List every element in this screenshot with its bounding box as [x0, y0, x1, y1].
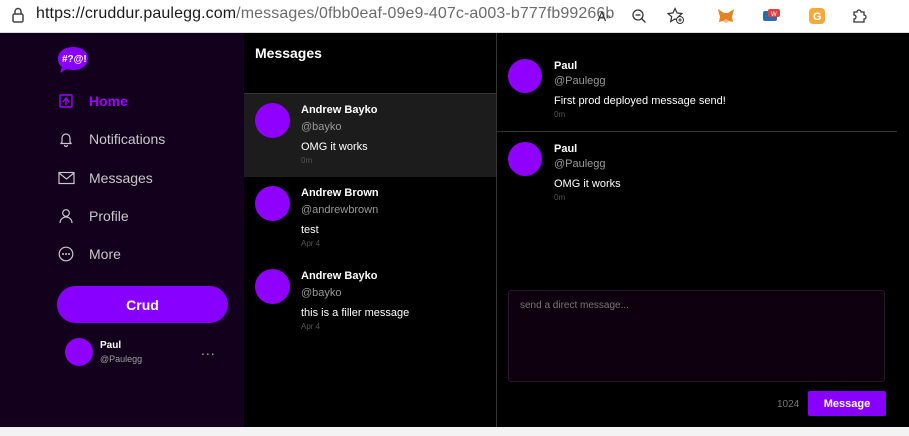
conversation-time: Apr 4: [301, 322, 321, 331]
message-time: 0m: [554, 193, 566, 202]
url-path: /messages/0fbb0eaf-09e9-407c-a003-b777fb…: [236, 5, 615, 22]
conversation-handle: @andrewbrown: [301, 204, 379, 216]
nav-home[interactable]: Home: [57, 89, 128, 113]
nav-notifications-label: Notifications: [89, 131, 166, 147]
home-icon: [57, 92, 75, 110]
conversation-preview: OMG it works: [301, 141, 368, 153]
profile-card[interactable]: Paul @Paulegg ...: [65, 338, 225, 368]
conversation-item[interactable]: Andrew Brown @andrewbrown test Apr 4: [244, 177, 496, 260]
avatar: [508, 59, 542, 93]
conversation-item[interactable]: Andrew Bayko @bayko this is a filler mes…: [244, 260, 496, 343]
logo-text: #?@!: [62, 54, 87, 65]
conversation-name: Andrew Bayko: [301, 270, 378, 282]
message-thread: Paul @Paulegg First prod deployed messag…: [497, 33, 909, 427]
svg-text:W: W: [771, 12, 777, 18]
conversation-preview: test: [301, 224, 319, 236]
conversation-name: Andrew Brown: [301, 187, 379, 199]
conversation-time: Apr 4: [301, 239, 321, 248]
address-bar[interactable]: https://cruddur.paulegg.com/messages/0fb…: [36, 5, 614, 23]
avatar: [65, 338, 93, 366]
nav-more-label: More: [89, 246, 121, 262]
thread-message: Paul @Paulegg First prod deployed messag…: [497, 33, 897, 119]
avatar: [255, 269, 290, 304]
profile-handle: @Paulegg: [100, 354, 143, 364]
profile-name: Paul: [100, 340, 122, 351]
message-text: OMG it works: [554, 178, 621, 190]
conversation-handle: @bayko: [301, 121, 342, 133]
grammarly-icon[interactable]: G: [806, 5, 828, 27]
avatar: [255, 103, 290, 138]
crud-button[interactable]: Crud: [57, 286, 228, 323]
url-host: https://cruddur.paulegg.com: [36, 5, 237, 22]
window-bottom-edge: [0, 427, 909, 436]
page-title: Messages: [255, 45, 322, 61]
cruddur-logo[interactable]: #?@!: [57, 46, 89, 74]
app-container: #?@! Home Notifications Messages Profile: [0, 33, 909, 427]
more-circle-icon: [57, 245, 75, 263]
favorites-icon[interactable]: [665, 5, 687, 27]
conversation-item[interactable]: Andrew Bayko @bayko OMG it works 0m: [244, 94, 496, 177]
message-author-handle: @Paulegg: [554, 158, 606, 170]
conversation-handle: @bayko: [301, 287, 342, 299]
nav-home-label: Home: [89, 93, 128, 109]
nav-messages-label: Messages: [89, 170, 153, 186]
message-groups-column: Messages Andrew Bayko @bayko OMG it work…: [244, 33, 496, 427]
svg-text:G: G: [813, 11, 822, 23]
lock-icon[interactable]: [10, 6, 26, 24]
sidebar: #?@! Home Notifications Messages Profile: [0, 33, 244, 427]
thread-message: Paul @Paulegg OMG it works 0m: [497, 116, 897, 202]
message-author-handle: @Paulegg: [554, 75, 606, 87]
envelope-icon: [57, 169, 75, 187]
nav-notifications[interactable]: Notifications: [57, 127, 165, 151]
conversation-name: Andrew Bayko: [301, 104, 378, 116]
nav-profile-label: Profile: [89, 208, 129, 224]
nav-profile[interactable]: Profile: [57, 204, 129, 228]
message-author-name: Paul: [554, 60, 578, 72]
browser-toolbar: https://cruddur.paulegg.com/messages/0fb…: [0, 0, 909, 33]
read-aloud-icon[interactable]: A»: [593, 5, 615, 27]
message-input[interactable]: [508, 290, 885, 382]
profile-more-button[interactable]: ...: [201, 342, 216, 358]
message-text: First prod deployed message send!: [554, 95, 726, 107]
user-icon: [57, 207, 75, 225]
nav-more[interactable]: More: [57, 242, 121, 266]
bell-icon: [57, 130, 75, 148]
avatar: [255, 186, 290, 221]
conversation-time: 0m: [301, 156, 313, 165]
nav-messages[interactable]: Messages: [57, 166, 153, 190]
conversation-preview: this is a filler message: [301, 307, 410, 319]
message-author-name: Paul: [554, 143, 578, 155]
send-message-button[interactable]: Message: [808, 391, 886, 416]
zoom-icon[interactable]: [628, 5, 650, 27]
character-count: 1024: [777, 399, 800, 410]
extensions-puzzle-icon[interactable]: [848, 5, 870, 27]
avatar: [508, 142, 542, 176]
extension-icon[interactable]: W: [760, 5, 782, 27]
metamask-extension-icon[interactable]: [715, 5, 737, 27]
